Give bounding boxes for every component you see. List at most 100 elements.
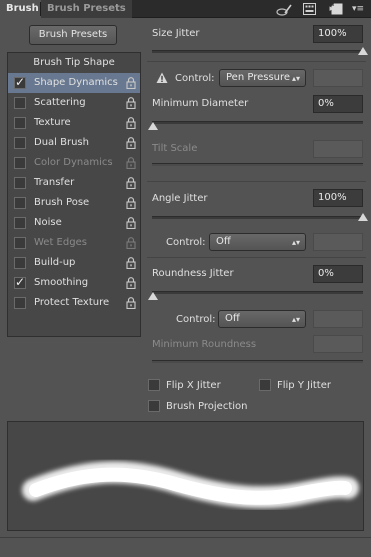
size-control-label: Control: — [175, 73, 215, 84]
roundness-jitter-slider-thumb[interactable] — [148, 292, 158, 300]
size-jitter-label: Size Jitter — [152, 28, 200, 39]
list-item-label: Build-up — [34, 257, 76, 268]
lock-icon[interactable] — [126, 237, 136, 250]
lock-icon[interactable] — [126, 297, 136, 310]
roundness-control-dropdown[interactable]: Off ▴▾ — [218, 310, 306, 328]
brush-presets-button[interactable]: Brush Presets — [29, 25, 117, 45]
build-up-checkbox[interactable] — [14, 257, 26, 269]
toggle-live-tip-preview-icon[interactable] — [276, 3, 292, 17]
list-item-texture[interactable]: Texture — [8, 113, 140, 133]
lock-icon[interactable] — [126, 157, 136, 170]
chevron-updown-icon: ▴▾ — [291, 74, 300, 83]
lock-icon[interactable] — [126, 97, 136, 110]
flip-y-jitter-label: Flip Y Jitter — [277, 380, 331, 391]
lock-icon[interactable] — [126, 277, 136, 290]
minimum-roundness-field — [313, 335, 363, 353]
lock-icon[interactable] — [126, 257, 136, 270]
size-jitter-field[interactable]: 100% — [313, 25, 363, 43]
shape-dynamics-checkbox[interactable]: ✓ — [14, 75, 26, 89]
angle-control-fade-field — [313, 233, 363, 251]
roundness-control-label: Control: — [176, 314, 216, 325]
angle-jitter-slider[interactable] — [152, 216, 363, 219]
minimum-diameter-slider-thumb[interactable] — [148, 122, 158, 130]
roundness-jitter-field[interactable]: 0% — [313, 265, 363, 283]
roundness-control-fade-field — [313, 310, 363, 328]
tab-brush[interactable]: Brush — [0, 0, 45, 18]
size-jitter-slider[interactable] — [152, 50, 363, 53]
lock-icon[interactable] — [126, 77, 136, 90]
list-item-scattering[interactable]: Scattering — [8, 93, 140, 113]
list-item-build-up[interactable]: Build-up — [8, 253, 140, 273]
tilt-scale-field — [313, 140, 363, 158]
roundness-jitter-slider[interactable] — [152, 291, 363, 294]
flip-x-jitter-checkbox[interactable] — [148, 379, 160, 391]
chevron-updown-icon: ▴▾ — [291, 315, 300, 324]
panel-menu-icon[interactable]: ▾≡ — [350, 2, 366, 16]
brush-stroke-preview-image — [22, 461, 359, 509]
lock-icon[interactable] — [126, 217, 136, 230]
list-item-label: Brush Pose — [34, 197, 90, 208]
dual-brush-checkbox[interactable] — [14, 137, 26, 149]
list-item-label: Texture — [34, 117, 71, 128]
warning-icon — [156, 72, 168, 84]
noise-checkbox[interactable] — [14, 217, 26, 229]
size-control-fade-field — [313, 69, 363, 87]
list-item-noise[interactable]: Noise — [8, 213, 140, 233]
list-item-label: Transfer — [34, 177, 75, 188]
brush-grid-icon[interactable] — [302, 3, 316, 17]
size-jitter-slider-thumb[interactable] — [358, 47, 368, 55]
size-control-value: Pen Pressure — [226, 72, 291, 83]
divider — [147, 61, 366, 62]
minimum-roundness-slider — [152, 360, 363, 363]
smoothing-checkbox[interactable]: ✓ — [14, 275, 26, 289]
list-item-label: Wet Edges — [34, 237, 87, 248]
list-item-color-dynamics[interactable]: Color Dynamics — [8, 153, 140, 173]
create-new-brush-icon[interactable] — [330, 3, 344, 17]
angle-jitter-field[interactable]: 100% — [313, 189, 363, 207]
minimum-roundness-label: Minimum Roundness — [152, 339, 257, 350]
panel-bottom-bar — [0, 537, 371, 557]
minimum-diameter-slider[interactable] — [152, 121, 363, 124]
list-item-smoothing[interactable]: ✓ Smoothing — [8, 273, 140, 293]
tilt-scale-label: Tilt Scale — [152, 143, 198, 154]
size-control-dropdown[interactable]: Pen Pressure ▴▾ — [219, 69, 306, 87]
lock-icon[interactable] — [126, 117, 136, 130]
angle-jitter-label: Angle Jitter — [152, 193, 208, 204]
list-item-dual-brush[interactable]: Dual Brush — [8, 133, 140, 153]
list-item-protect-texture[interactable]: Protect Texture — [8, 293, 140, 313]
angle-control-dropdown[interactable]: Off ▴▾ — [209, 233, 306, 251]
list-item-label: Dual Brush — [34, 137, 89, 148]
tilt-scale-slider — [152, 163, 363, 166]
list-item-label: Scattering — [34, 97, 86, 108]
angle-jitter-slider-thumb[interactable] — [358, 213, 368, 221]
scattering-checkbox[interactable] — [14, 97, 26, 109]
brush-pose-checkbox[interactable] — [14, 197, 26, 209]
list-item-brush-tip-shape[interactable]: Brush Tip Shape — [8, 53, 140, 73]
lock-icon[interactable] — [126, 137, 136, 150]
list-item-label: Noise — [34, 217, 62, 228]
transfer-checkbox[interactable] — [14, 177, 26, 189]
brush-projection-label: Brush Projection — [166, 401, 248, 412]
brush-projection-checkbox[interactable] — [148, 400, 160, 412]
flip-y-jitter-checkbox[interactable] — [259, 379, 271, 391]
protect-texture-checkbox[interactable] — [14, 297, 26, 309]
list-item-shape-dynamics[interactable]: ✓ Shape Dynamics — [8, 73, 140, 93]
roundness-control-value: Off — [225, 313, 240, 324]
checkmark-icon: ✓ — [15, 275, 26, 289]
chevron-updown-icon: ▴▾ — [291, 238, 300, 247]
list-item-label: Color Dynamics — [34, 157, 113, 168]
list-item-wet-edges[interactable]: Wet Edges — [8, 233, 140, 253]
list-item-transfer[interactable]: Transfer — [8, 173, 140, 193]
angle-control-label: Control: — [166, 237, 206, 248]
color-dynamics-checkbox[interactable] — [14, 157, 26, 169]
texture-checkbox[interactable] — [14, 117, 26, 129]
list-item-label: Shape Dynamics — [34, 77, 118, 88]
angle-control-value: Off — [216, 236, 231, 247]
minimum-diameter-field[interactable]: 0% — [313, 95, 363, 113]
lock-icon[interactable] — [126, 177, 136, 190]
flip-x-jitter-label: Flip X Jitter — [166, 380, 221, 391]
wet-edges-checkbox[interactable] — [14, 237, 26, 249]
lock-icon[interactable] — [126, 197, 136, 210]
tab-brush-presets[interactable]: Brush Presets — [41, 0, 132, 18]
list-item-brush-pose[interactable]: Brush Pose — [8, 193, 140, 213]
